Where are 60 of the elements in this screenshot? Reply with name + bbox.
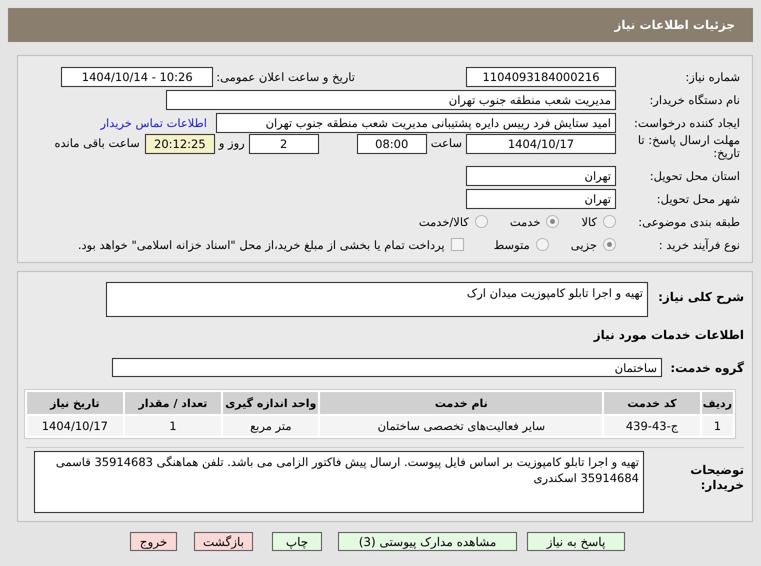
field-label: گروه خدمت: bbox=[670, 360, 744, 374]
option-label: متوسط bbox=[494, 238, 530, 252]
text-field[interactable]: ساختمان bbox=[112, 358, 662, 377]
action-button[interactable]: بازگشت bbox=[194, 532, 253, 551]
column-header: تعداد / مقدار bbox=[124, 392, 222, 414]
text-field[interactable]: تهران bbox=[466, 188, 616, 208]
field-label: نوع فرآیند خرید : bbox=[658, 238, 740, 252]
text-field[interactable]: مدیریت شعب منطقه جنوب تهران bbox=[166, 90, 616, 110]
column-header: ردیف bbox=[702, 392, 733, 414]
text-field[interactable]: تهران bbox=[466, 166, 616, 186]
text-field[interactable]: 08:00 bbox=[356, 134, 427, 154]
field-label: شماره نیاز: bbox=[685, 70, 740, 84]
radio-button[interactable] bbox=[603, 215, 616, 228]
field-label: شرح کلی نیاز: bbox=[657, 290, 744, 304]
text-field[interactable]: امید ستایش فرد رییس دایره پشتیبانی مدیریت شعب منطقه جنوب تهران bbox=[216, 112, 616, 132]
action-button[interactable]: خروج bbox=[130, 532, 177, 551]
table-cell: 1404/10/17 bbox=[27, 416, 123, 436]
field-label: نام دستگاه خریدار: bbox=[649, 92, 740, 106]
table-cell: 1 bbox=[124, 416, 222, 436]
field-label: استان محل تحویل: bbox=[650, 168, 740, 182]
action-button[interactable]: چاپ bbox=[272, 532, 322, 551]
field-label: شهر محل تحویل: bbox=[656, 192, 740, 206]
radio-button[interactable] bbox=[474, 215, 488, 228]
text-field[interactable]: 2 bbox=[248, 134, 319, 154]
table-cell: متر مربع bbox=[223, 416, 318, 436]
radio-button[interactable] bbox=[536, 238, 549, 251]
column-header: نام خدمت bbox=[320, 392, 602, 414]
field-label: تاریخ و ساعت اعلان عمومی: bbox=[216, 70, 355, 84]
field-label: طبقه بندی موضوعی: bbox=[638, 214, 740, 228]
option-label: جزیی bbox=[570, 238, 597, 252]
column-header: کد خدمت bbox=[604, 392, 700, 414]
text-field[interactable]: 1404/10/17 bbox=[466, 134, 616, 154]
radio-button[interactable] bbox=[546, 215, 560, 228]
column-header: تاریخ نیاز bbox=[27, 392, 123, 414]
option-label: کالا bbox=[581, 214, 597, 228]
radio-button[interactable] bbox=[603, 238, 616, 251]
text-field[interactable]: 1404/10/14 - 10:26 bbox=[61, 66, 214, 86]
table-cell: ج-43-439 bbox=[604, 416, 700, 436]
column-header: واحد اندازه گیری bbox=[223, 392, 318, 414]
action-button[interactable]: پاسخ به نیاز bbox=[527, 532, 625, 551]
field-label: مهلت ارسال پاسخ: تا تاریخ: bbox=[636, 134, 740, 160]
option-label: کالا/خدمت bbox=[418, 214, 469, 228]
field-label: توضیحات خریدار: bbox=[689, 463, 744, 493]
field-label: ساعت bbox=[430, 136, 462, 150]
text-area[interactable]: تهیه و اجرا تابلو کامپوزیت بر اساس فایل پیوست. ارسال پیش فاکتور الزامی می باشد. تلفن هماهنگی 35914683 قاسمی 35914684 اسکندری bbox=[34, 451, 644, 513]
section-title: اطلاعات خدمات مورد نیاز bbox=[594, 328, 744, 342]
countdown-field[interactable]: 20:12:25 bbox=[144, 134, 215, 154]
field-label: ساعت باقی مانده bbox=[54, 136, 140, 150]
field-label: ایجاد کننده درخواست: bbox=[634, 116, 740, 130]
checkbox-label: پرداخت تمام یا بخشی از مبلغ خرید،از محل "اسناد خزانه اسلامی" خواهد بود. bbox=[78, 238, 445, 252]
text-field[interactable]: 1104093184000216 bbox=[466, 66, 616, 86]
buyer-contact-link[interactable]: اطلاعات تماس خریدار bbox=[100, 116, 207, 130]
field-label: روز و bbox=[218, 136, 245, 150]
text-area[interactable]: تهیه و اجرا تابلو کامپوزیت میدان ارک bbox=[106, 282, 648, 317]
page-title: جزئیات اطلاعات نیاز bbox=[614, 18, 735, 32]
table-cell: 1 bbox=[702, 416, 733, 436]
action-button[interactable]: مشاهده مدارک پیوستی (3) bbox=[338, 532, 517, 551]
table-cell: سایر فعالیت‌های تخصصی ساختمان bbox=[320, 416, 602, 436]
checkbox[interactable] bbox=[450, 238, 464, 251]
option-label: خدمت bbox=[510, 214, 540, 228]
